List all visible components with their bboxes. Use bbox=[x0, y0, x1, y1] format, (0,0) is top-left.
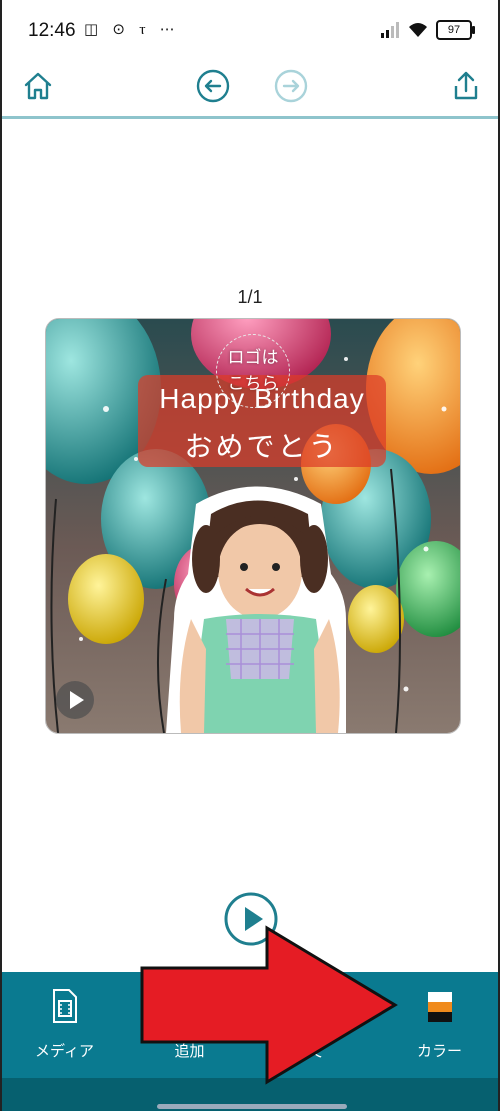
nav-media[interactable]: メディア bbox=[2, 972, 127, 1078]
home-button[interactable] bbox=[18, 66, 58, 106]
status-time: 12:46 bbox=[28, 20, 76, 41]
share-icon bbox=[454, 71, 478, 100]
gesture-handle[interactable] bbox=[157, 1104, 347, 1109]
home-icon bbox=[24, 72, 52, 100]
share-button[interactable] bbox=[446, 66, 486, 106]
banner-subtitle: おめでとう bbox=[184, 431, 340, 462]
undo-icon bbox=[196, 69, 230, 103]
signal-icon bbox=[381, 22, 399, 38]
battery-icon: 97 bbox=[436, 20, 475, 40]
wifi-icon bbox=[409, 23, 427, 37]
redo-button[interactable] bbox=[271, 66, 311, 106]
red-arrow-annotation bbox=[140, 925, 398, 1085]
undo-button[interactable] bbox=[193, 66, 233, 106]
redo-icon bbox=[274, 69, 308, 103]
logo-text-line2: こちら bbox=[227, 374, 279, 393]
media-film-icon bbox=[52, 989, 77, 1023]
toolbar-divider bbox=[2, 116, 498, 119]
logo-text-line1: ロゴは bbox=[227, 348, 279, 367]
logo-placeholder[interactable]: ロゴは こちら bbox=[216, 334, 290, 408]
nav-media-label: メディア bbox=[35, 1043, 94, 1060]
status-notification-icons: ◫ ⊙ ⲧ ⋯ bbox=[84, 21, 180, 38]
editor-toolbar bbox=[2, 62, 498, 116]
page-indicator: 1/1 bbox=[237, 287, 263, 307]
status-bar: 12:46 ◫ ⊙ ⲧ ⋯ 97 bbox=[2, 0, 498, 62]
play-icon bbox=[70, 691, 84, 709]
video-preview[interactable]: Happy Birthday おめでとう ロゴは こちら bbox=[45, 318, 461, 734]
status-right-icons: 97 bbox=[380, 20, 475, 40]
preview-play-button[interactable] bbox=[56, 681, 94, 719]
